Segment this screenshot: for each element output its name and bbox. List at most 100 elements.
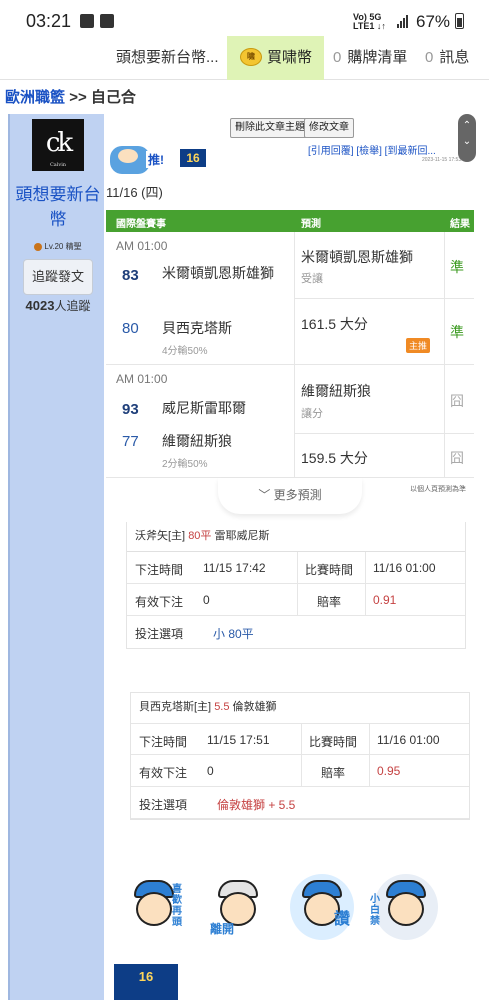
sticker-leave-icon[interactable]: 離開 [206,874,270,940]
bet-row: 投注選項 倫敦雄獅 + 5.5 [131,787,469,819]
author-panel: ck Calvin 頭想要新台幣 Lv.20 精聖 追蹤發文 4023人追蹤 [8,114,104,1000]
prediction-table: 國際盤賽事 預測 結果 AM 01:00 83 米爾頓凱恩斯雄獅 80 貝西克塔… [106,210,474,478]
bet-title-prefix: 貝西克塔斯[主] [139,701,212,713]
signal-icon [397,14,411,28]
result-two: 準 [450,324,464,340]
more-predictions-button[interactable]: ﹀ 更多預測 [218,478,362,514]
level-icon [34,242,43,251]
delete-post-button[interactable]: 刪除此文章主題 [230,118,310,138]
msg-count: 0 [425,49,434,66]
nav-msg-tab[interactable]: 0 訊息 [425,36,469,80]
home-note: 2分輸50% [162,459,208,470]
game-time-label: 比賽時間 [309,735,358,749]
mascot-icon [110,146,150,174]
sticker-row: 喜歡再頭 離開 讚 小白禁 [122,874,462,944]
avatar-text: ck [45,128,73,158]
home-score: 77 [122,433,139,450]
nav-list-tab[interactable]: 0 購牌清單 [333,36,407,80]
sticker-happy-icon[interactable]: 喜歡再頭 [122,874,186,940]
network-indicator: Vo) 5G LTE1 ↓↑ [353,13,386,31]
header-game: 國際盤賽事 [116,219,166,230]
game-time-value: 11/16 01:00 [377,733,440,747]
sticker-text: 讚 [334,911,351,928]
battery-percent: 67% [416,12,451,31]
option-value: 倫敦雄獅 + 5.5 [217,798,296,812]
result-one: 囧 [450,393,464,409]
bet-time-value: 11/15 17:51 [207,733,270,747]
game-row: AM 01:00 83 米爾頓凱恩斯雄獅 80 貝西克塔斯 4分輸50% 米爾頓… [106,232,474,365]
pick-two: 159.5 大分 [301,450,368,466]
home-note: 4分輸50% [162,346,208,357]
bet-title-suffix: 倫敦雄獅 [232,701,277,713]
away-team: 威尼斯雷耶爾 [162,400,246,416]
valid-value: 0 [203,593,210,607]
author-name[interactable]: 頭想要新台幣 [10,182,106,232]
more-note: 以個人頁預測為準 [410,486,466,493]
home-score: 80 [122,320,139,337]
follow-button[interactable]: 追蹤發文 [23,259,93,295]
option-label: 投注選項 [135,627,184,641]
more-predictions-label: 更多預測 [273,488,322,502]
odds-label: 賠率 [317,595,342,609]
bet-card: 沃斧矢[主] 80平 雷耶威尼斯 下注時間 11/15 17:42 比賽時間 1… [126,522,466,649]
network-bottom: LTE1 ↓↑ [353,21,386,31]
bet-row: 有效下注 0 賠率 0.91 [127,584,465,616]
bet-row: 投注選項 小 80平 [127,616,465,648]
pick-one-note: 讓分 [301,408,323,420]
bet-time-label: 下注時間 [135,563,184,577]
game-time: AM 01:00 [116,372,168,386]
game-row: AM 01:00 93 威尼斯雷耶爾 77 維爾紐斯狼 2分輸50% 維爾紐斯狼… [106,365,474,478]
followers-count: 4023人追蹤 [10,297,106,314]
author-level: Lv.20 精聖 [10,241,106,252]
push-badge[interactable]: 推! 16 [110,144,206,176]
result-two: 囧 [450,450,464,466]
check-icon [100,14,114,28]
sticker-text: 離開 [210,922,235,936]
scroll-up-down-icon[interactable]: ⌃ ⌄ [458,114,476,162]
bet-card: 貝西克塔斯[主] 5.5 倫敦雄獅 下注時間 11/15 17:51 比賽時間 … [130,692,470,820]
home-team: 貝西克塔斯 [162,320,232,336]
away-score: 93 [122,401,139,418]
bottom-push-badge[interactable]: 16 [114,964,178,1000]
nav-user-tab[interactable]: 頭想要新台幣... [116,36,219,80]
pick-one-note: 受讓 [301,273,323,285]
chevron-down-icon: ﹀ [258,488,271,502]
option-value: 小 80平 [213,627,254,641]
bet-title-prefix: 沃斧矢[主] [135,530,186,542]
nav-buy-tab[interactable]: 啸買啸幣 [227,36,324,80]
bet-row: 下注時間 11/15 17:42 比賽時間 11/16 01:00 [127,552,465,584]
bet-title-line: 5.5 [214,701,230,713]
avatar-subtext: Calvin [49,162,67,168]
post-links[interactable]: [引用回覆] [檢舉] [到最新回... [308,142,476,157]
level-text: Lv.20 精聖 [44,242,82,251]
avatar[interactable]: ck Calvin [32,119,84,171]
post-content: 刪除此文章主題 修改文章 推! 16 [引用回覆] [檢舉] [到最新回... … [104,114,478,1000]
nav-msg-label: 訊息 [439,49,470,66]
odds-label: 賠率 [321,766,346,780]
coin-icon: 啸 [240,47,262,66]
away-team: 米爾頓凱恩斯雄獅 [162,265,274,281]
bet-time-label: 下注時間 [139,735,188,749]
bet-title-line: 80平 [188,530,212,542]
breadcrumb: 歐洲職籃 >> 自己合 [5,86,136,107]
odds-value: 0.91 [373,593,397,607]
battery-icon [455,13,464,29]
push-label: 推! [146,151,166,168]
bet-row: 有效下注 0 賠率 0.95 [131,755,469,787]
breadcrumb-league[interactable]: 歐洲職籃 [5,89,65,106]
nav-list-label: 購牌清單 [347,49,408,66]
bet-title: 貝西克塔斯[主] 5.5 倫敦雄獅 [131,693,469,723]
nav-buy-label: 買啸幣 [267,49,313,66]
home-team: 維爾紐斯狼 [162,433,232,449]
gallery-icon [80,14,94,28]
sticker-praise-icon[interactable]: 讚 [290,874,354,940]
edit-post-button[interactable]: 修改文章 [304,118,354,138]
followers-number: 4023 [25,298,55,313]
top-nav: 頭想要新台幣... 啸買啸幣 0 購牌清單 0 訊息 [0,36,489,80]
bet-title-suffix: 雷耶威尼斯 [214,530,270,542]
game-time-value: 11/16 01:00 [373,561,436,575]
status-time: 03:21 [26,11,72,31]
sticker-text: 小白禁 [370,894,380,927]
header-result: 結果 [450,219,470,230]
sticker-cry-icon[interactable]: 小白禁 [370,874,438,940]
